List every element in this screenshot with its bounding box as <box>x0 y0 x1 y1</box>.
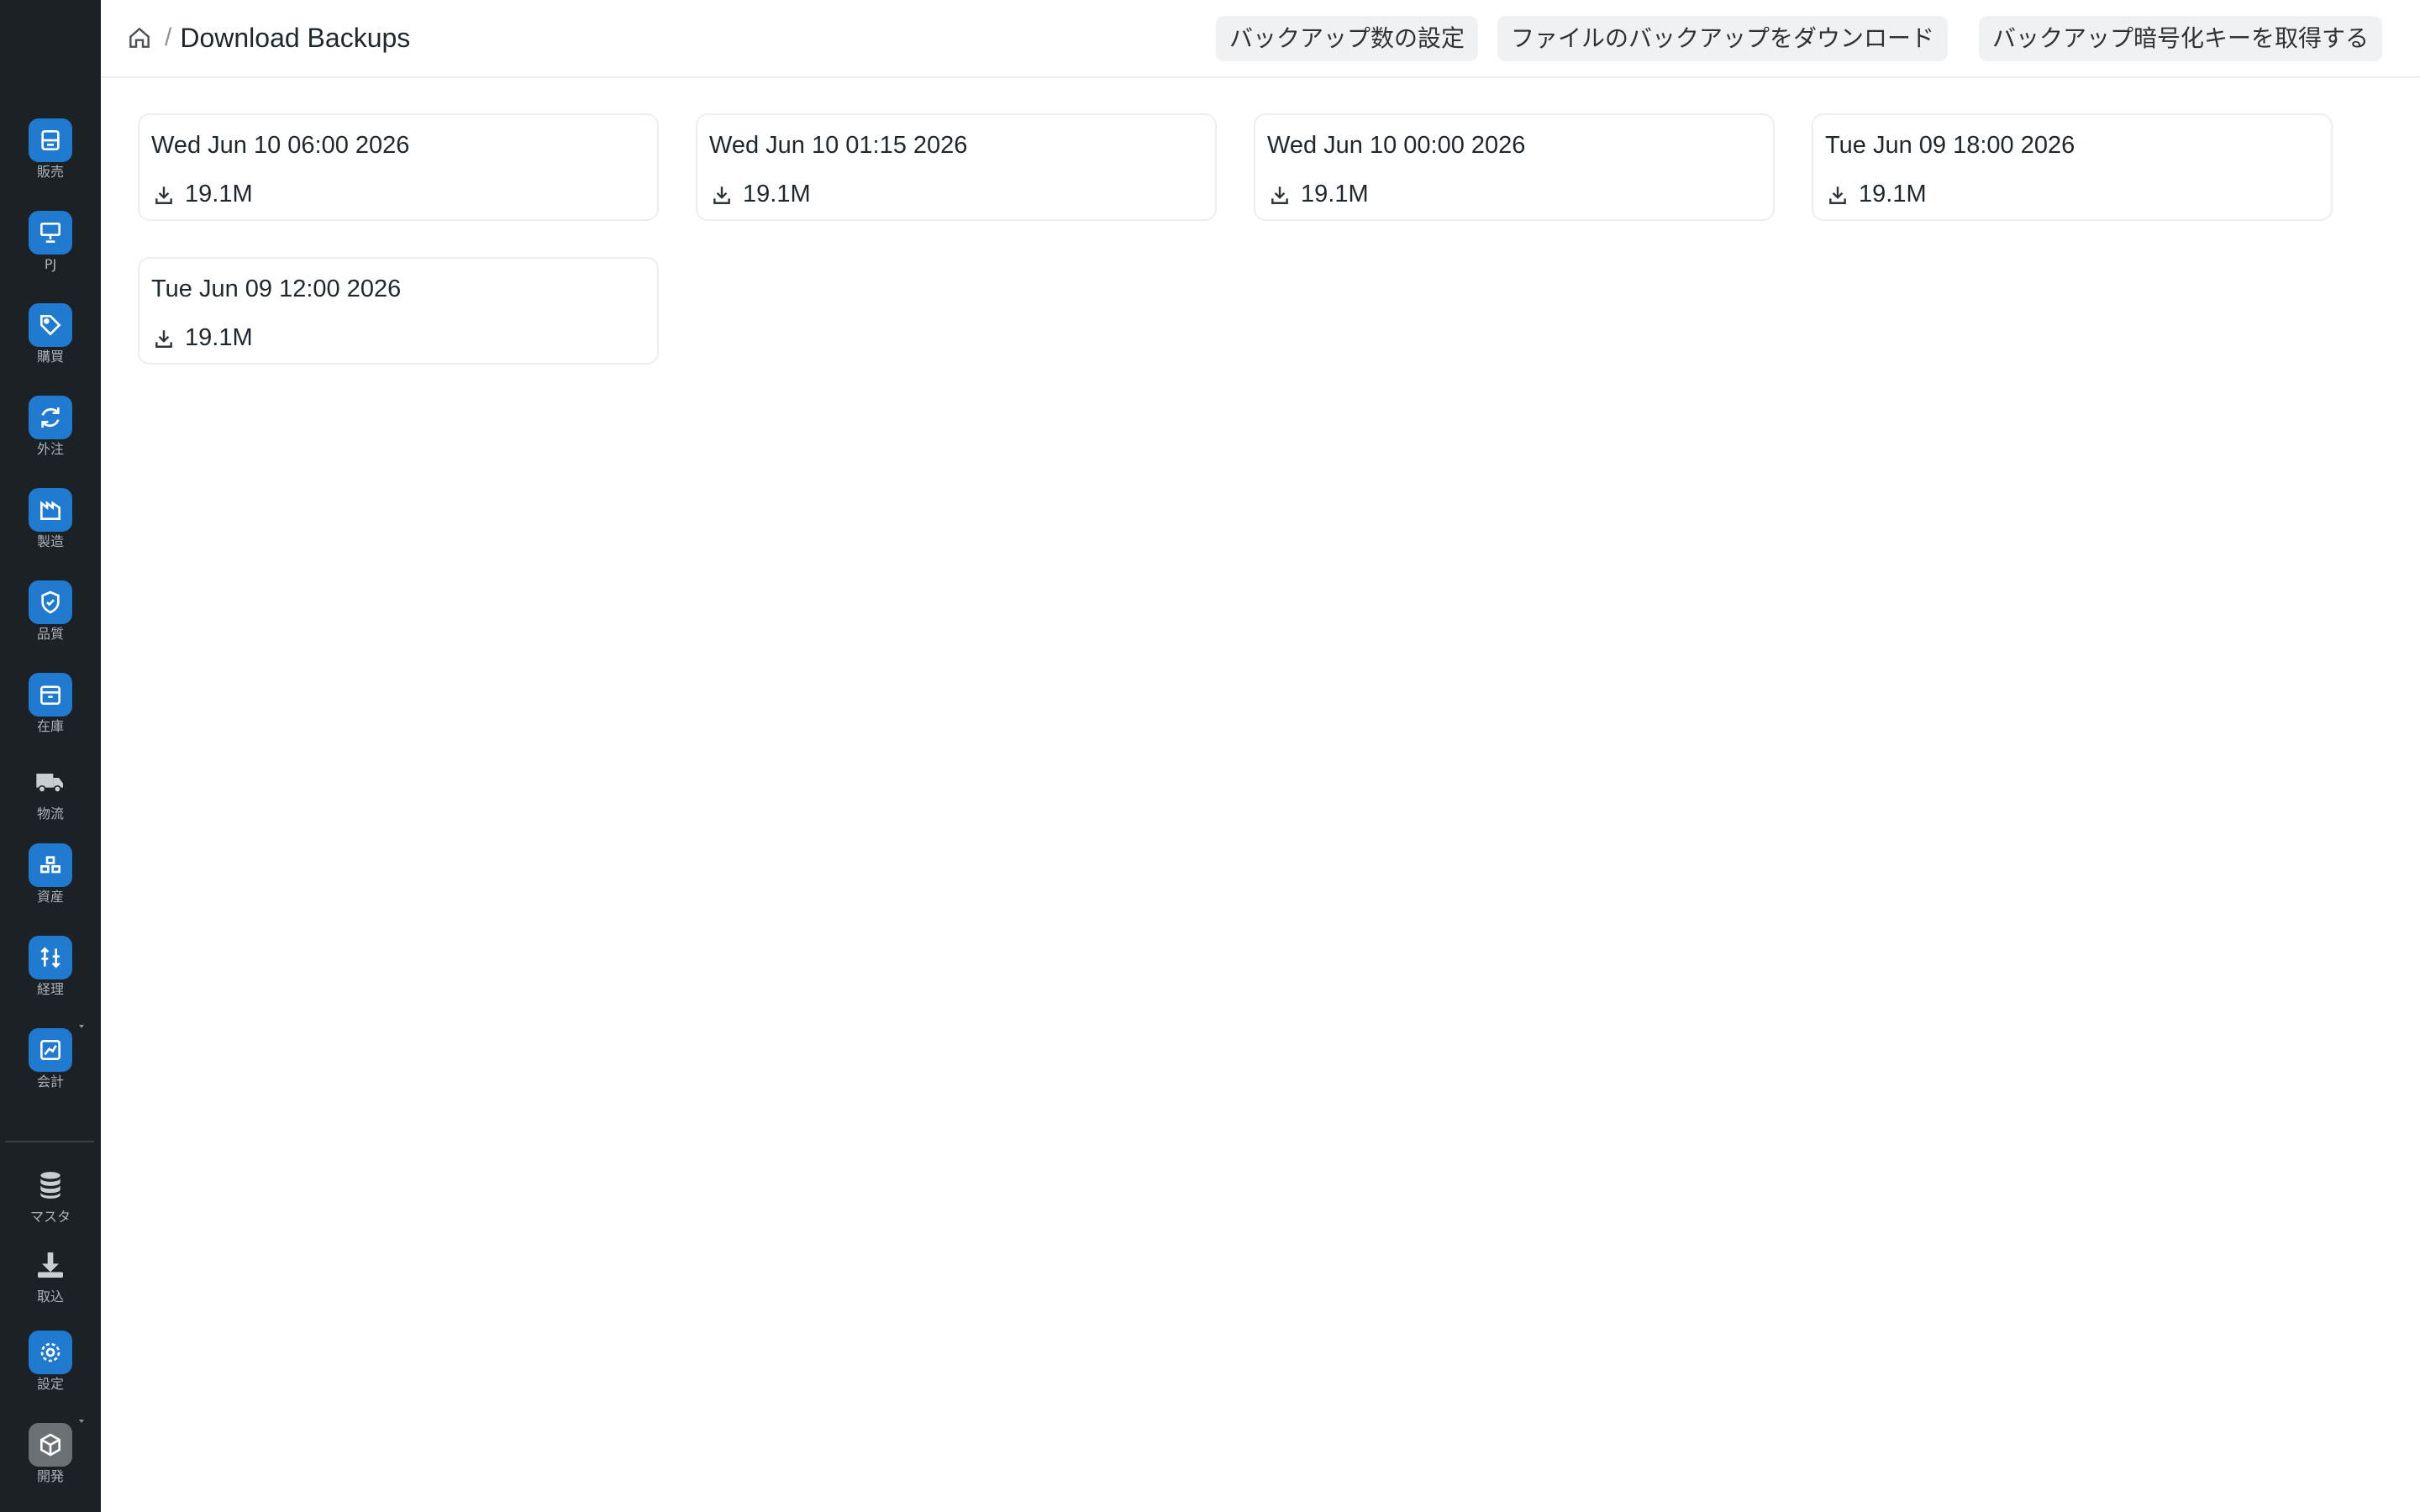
sidebar-item-import[interactable]: 取込 <box>0 1243 101 1305</box>
download-icon <box>1271 186 1288 204</box>
backup-download-link[interactable]: 19.1M <box>153 181 253 208</box>
backup-date: Wed Jun 10 06:00 2026 <box>151 132 410 159</box>
sidebar-item-inventory[interactable]: 在庫 <box>0 673 101 734</box>
sidebar-item-label: 取込 <box>36 1289 64 1305</box>
sidebar-item-settings[interactable]: 設定 <box>0 1331 101 1392</box>
backup-card[interactable]: Tue Jun 09 18:00 2026 19.1M <box>1812 113 2333 221</box>
sidebar-item-label: 会計 <box>36 1074 64 1089</box>
sidebar-item-label: 開発 <box>36 1468 64 1484</box>
sidebar-item-label: 品質 <box>36 626 64 642</box>
page-title: Download Backups <box>180 22 411 53</box>
backup-card[interactable]: Tue Jun 09 12:00 2026 19.1M <box>138 257 659 365</box>
sidebar-item-label: 資産 <box>36 889 64 905</box>
sidebar-item-label: 在庫 <box>36 718 64 734</box>
sidebar-item-label: 外注 <box>36 441 64 457</box>
sidebar-item-master[interactable]: マスタ <box>0 1163 101 1225</box>
download-file-backup-button[interactable]: ファイルのバックアップをダウンロード <box>1497 16 1949 61</box>
download-icon <box>155 329 172 348</box>
set-backup-count-button[interactable]: バックアップ数の設定 <box>1216 16 1479 61</box>
backup-card[interactable]: Wed Jun 10 06:00 2026 19.1M <box>138 113 659 221</box>
breadcrumb: / Download Backups <box>126 20 410 55</box>
sidebar-item-accounting[interactable]: 会計 <box>0 1025 101 1089</box>
home-icon[interactable] <box>126 24 153 51</box>
get-encryption-key-button[interactable]: バックアップ暗号化キーを取得する <box>1979 16 2383 61</box>
shield-check-icon <box>29 580 72 624</box>
sidebar-divider <box>5 1141 94 1142</box>
caret-icon <box>79 1420 84 1423</box>
sidebar-item-label: 経理 <box>36 981 64 997</box>
sidebar-item-quality[interactable]: 品質 <box>0 580 101 642</box>
sidebar-item-label: マスタ <box>29 1209 71 1225</box>
refresh-icon <box>29 396 72 439</box>
backup-size: 19.1M <box>743 181 811 207</box>
sidebar-item-label: 設定 <box>36 1376 64 1392</box>
sidebar-item-label: 製造 <box>36 533 64 549</box>
chart-line-icon <box>29 1028 72 1072</box>
sidebar-item-purchasing[interactable]: 購買 <box>0 303 101 365</box>
backup-download-link[interactable]: 19.1M <box>1827 181 1927 208</box>
sidebar-item-sales[interactable]: 販売 <box>0 118 101 180</box>
sidebar-item-label: 販売 <box>36 164 64 180</box>
sidebar-item-label: PJ <box>44 256 57 272</box>
breadcrumb-separator: / <box>165 24 172 51</box>
backup-download-link[interactable]: 19.1M <box>153 324 253 352</box>
sidebar: 販売 PJ 購買 外注 製造 品質 在庫 物流 資産 経理 会計 マスタ 取込 … <box>0 0 101 1512</box>
sidebar-item-subcontract[interactable]: 外注 <box>0 396 101 457</box>
factory-icon <box>29 488 72 532</box>
backup-size: 19.1M <box>1301 181 1369 207</box>
backup-date: Wed Jun 10 00:00 2026 <box>1267 132 1526 159</box>
sidebar-item-label: 購買 <box>36 349 64 365</box>
backup-date: Tue Jun 09 18:00 2026 <box>1825 132 2075 159</box>
database-icon <box>29 1163 72 1207</box>
caret-icon <box>79 1025 84 1028</box>
sidebar-item-pj[interactable]: PJ <box>0 211 101 272</box>
sidebar-item-logistics[interactable]: 物流 <box>0 760 101 822</box>
arrows-icon <box>29 936 72 979</box>
boxes-icon <box>29 843 72 887</box>
backup-size: 19.1M <box>1859 181 1927 207</box>
backup-date: Tue Jun 09 12:00 2026 <box>151 276 402 302</box>
backup-download-link[interactable]: 19.1M <box>1269 181 1369 208</box>
tag-icon <box>29 303 72 347</box>
backup-size: 19.1M <box>185 181 253 207</box>
backup-size: 19.1M <box>185 324 253 351</box>
page-header: / Download Backups バックアップ数の設定 ファイルのバックアッ… <box>101 0 2420 78</box>
sidebar-item-development[interactable]: 開発 <box>0 1420 101 1484</box>
backup-card[interactable]: Wed Jun 10 01:15 2026 19.1M <box>696 113 1217 221</box>
receipt-icon <box>29 118 72 162</box>
backup-date: Wed Jun 10 01:15 2026 <box>709 132 968 159</box>
sidebar-item-assets[interactable]: 資産 <box>0 843 101 905</box>
download-icon <box>1829 186 1846 204</box>
sidebar-item-label: 物流 <box>36 806 64 822</box>
box-icon <box>29 673 72 717</box>
download-icon <box>713 186 730 204</box>
sidebar-item-manufacturing[interactable]: 製造 <box>0 488 101 549</box>
download-tray-icon <box>29 1243 72 1287</box>
sidebar-item-finance[interactable]: 経理 <box>0 936 101 997</box>
backup-card[interactable]: Wed Jun 10 00:00 2026 19.1M <box>1254 113 1775 221</box>
gear-icon <box>29 1331 72 1374</box>
backup-download-link[interactable]: 19.1M <box>711 181 811 208</box>
presentation-icon <box>29 211 72 255</box>
truck-icon <box>29 760 72 804</box>
cube-icon <box>29 1423 72 1467</box>
download-icon <box>155 186 172 204</box>
